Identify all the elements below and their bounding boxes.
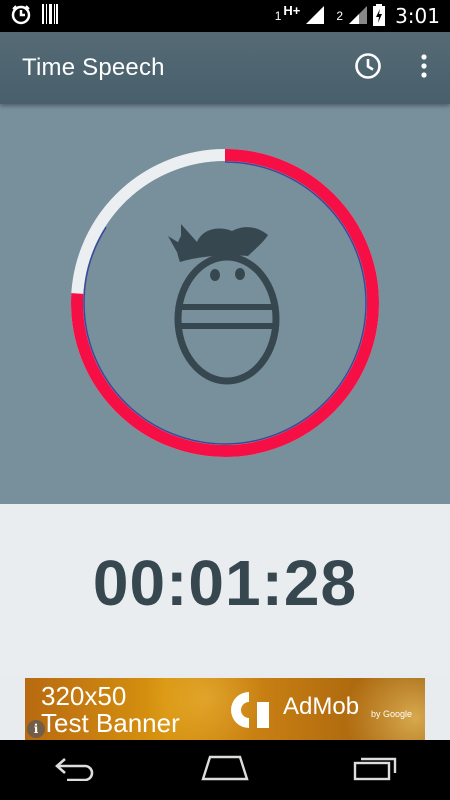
sim1-label: 1 <box>274 9 282 23</box>
history-button[interactable] <box>338 32 398 104</box>
app-bar: Time Speech <box>0 32 450 104</box>
network-type-label: H+ <box>283 2 301 18</box>
dial-panel <box>0 104 450 504</box>
signal-icon-1 <box>306 5 325 27</box>
overflow-menu-button[interactable] <box>398 32 450 104</box>
app-title: Time Speech <box>22 54 165 81</box>
ad-size-label: 320x50 <box>41 681 127 711</box>
barcode-icon <box>42 3 58 29</box>
sim2-label: 2 <box>336 9 344 23</box>
ad-brand: AdMob <box>283 693 360 720</box>
home-button[interactable] <box>175 740 275 800</box>
progress-dial[interactable] <box>0 104 450 504</box>
ad-by-google: by Google <box>371 709 413 719</box>
clock-icon <box>354 52 382 85</box>
elapsed-timer: 00:01:28 <box>92 547 358 619</box>
signal-icon-2 <box>349 5 368 27</box>
admob-logo-icon <box>227 690 273 735</box>
ad-text: Test Banner <box>41 708 180 738</box>
dial-inner-line <box>83 161 367 445</box>
back-icon <box>53 755 97 786</box>
back-button[interactable] <box>25 740 125 800</box>
recents-button[interactable] <box>325 740 425 800</box>
home-icon <box>200 755 250 786</box>
recents-icon <box>352 755 398 786</box>
timer-panel: 00:01:28 <box>0 504 450 674</box>
navigation-bar <box>0 740 450 800</box>
status-time: 3:01 <box>395 4 440 28</box>
battery-icon <box>373 3 386 29</box>
overflow-menu-icon <box>420 53 428 83</box>
status-bar: 1 H+ 2 3:01 <box>0 0 450 32</box>
face-icon <box>168 224 280 385</box>
alarm-clock-icon <box>10 3 32 30</box>
ad-banner[interactable]: 320x50 Test Banner AdMob by Google i <box>25 678 425 740</box>
ad-info-icon[interactable]: i <box>27 720 45 738</box>
